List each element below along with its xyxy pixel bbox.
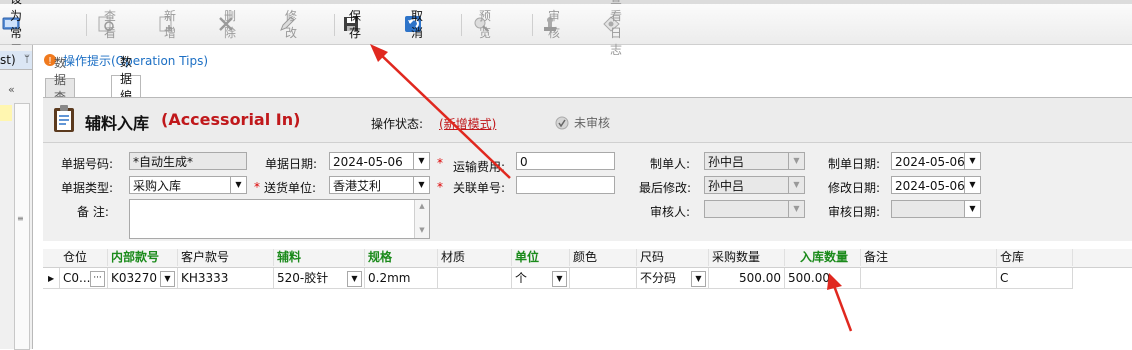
annotation-arrows [370,44,853,332]
arrow-to-instock-qty [827,273,853,332]
arrow-to-save [370,44,511,179]
